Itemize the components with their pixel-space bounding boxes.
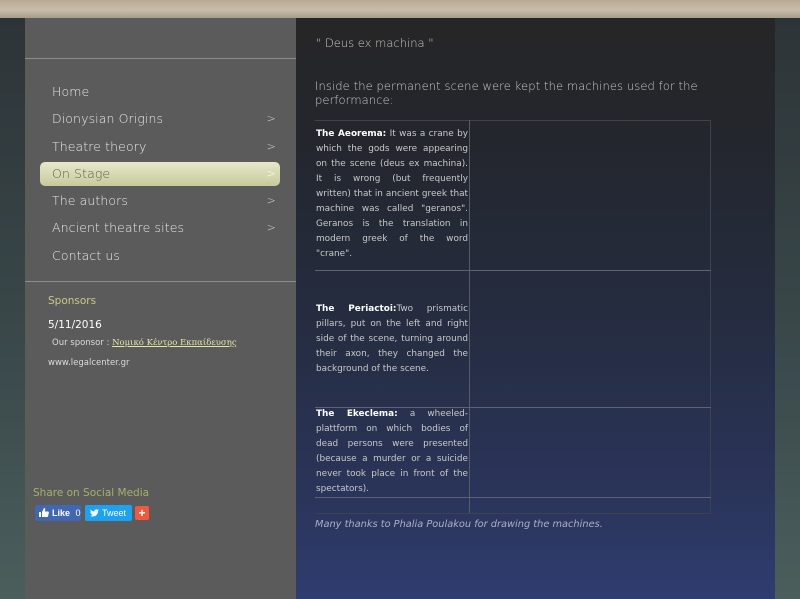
table-border [710,120,711,514]
machine-term: The Aeorema: [316,129,387,139]
main-nav: Home Dionysian Origins > Theatre theory … [40,80,280,271]
tweet-button[interactable]: Tweet [85,505,132,521]
row-divider [315,497,711,498]
row-divider [315,270,711,271]
nav-item-contact-us[interactable]: Contact us [40,244,280,268]
machine-term: The Ekeclema: [316,409,398,419]
machine-description-ekeclema: The Ekeclema: a wheeled-plattform on whi… [316,407,468,497]
nav-item-label: Theatre theory [52,138,147,154]
nav-item-label: The authors [52,193,129,209]
nav-item-dionysian-origins[interactable]: Dionysian Origins > [40,107,280,131]
machine-text: Two prismatic pillars, put on the left a… [316,304,468,374]
column-divider [469,120,470,514]
credits-text: Many thanks to Phalia Poulakou for drawi… [315,519,603,530]
page-background-left [0,18,25,599]
page-background-right [775,18,800,599]
machine-description-aeorema: The Aeorema: It was a crane by which the… [316,127,468,262]
machine-description-periactoi: The Periactoi:Two prismatic pillars, put… [316,302,468,377]
sponsor-line: Our sponsor : Νομικό Κέντρο Εκπαίδευσης [52,338,237,348]
nav-item-on-stage[interactable]: On Stage > [40,161,280,186]
sidebar-divider [25,281,296,282]
submenu-arrow-icon: > [266,221,276,235]
top-banner [0,0,800,18]
submenu-arrow-icon: > [266,194,276,208]
facebook-like-button[interactable]: Like 0 [35,505,81,521]
table-border [315,120,711,121]
page-heading: " Deus ex machina " [316,36,434,50]
sidebar: Home Dionysian Origins > Theatre theory … [25,18,296,599]
share-more-button[interactable]: + [135,506,149,520]
nav-item-label: On Stage [52,165,111,181]
submenu-arrow-icon: > [266,112,276,126]
nav-item-home[interactable]: Home [40,80,280,104]
sponsor-date: 5/11/2016 [48,319,102,331]
sidebar-divider [25,58,296,59]
submenu-arrow-icon: > [266,139,276,153]
nav-item-theatre-theory[interactable]: Theatre theory > [40,135,280,159]
sponsors-title: Sponsors [48,295,97,307]
nav-item-label: Dionysian Origins [52,111,164,127]
like-count: 0 [75,508,81,518]
like-label: Like [52,508,71,518]
twitter-bird-icon [90,509,99,517]
submenu-arrow-icon: > [266,166,276,180]
nav-item-the-authors[interactable]: The authors > [40,189,280,213]
nav-item-label: Contact us [52,247,121,263]
intro-text: Inside the permanent scene were kept the… [315,79,698,107]
nav-item-label: Ancient theatre sites [52,220,185,236]
main-content: " Deus ex machina " Inside the permanent… [296,18,775,599]
tweet-label: Tweet [102,508,127,518]
table-border [315,513,711,514]
machines-table: The Aeorema: It was a crane by which the… [315,120,711,514]
nav-item-label: Home [52,84,90,99]
machine-term: The Periactoi: [316,304,397,314]
thumbs-up-icon [39,508,49,517]
machine-text: a wheeled-plattform on which bodies of d… [316,409,468,494]
nav-item-ancient-theatre-sites[interactable]: Ancient theatre sites > [40,216,280,240]
share-title: Share on Social Media [33,487,150,499]
sponsor-url: www.legalcenter.gr [48,358,130,368]
machine-text: It was a crane by which the gods were ap… [316,129,468,259]
sponsor-link[interactable]: Νομικό Κέντρο Εκπαίδευσης [112,338,237,348]
sponsor-prefix: Our sponsor : [52,338,110,348]
